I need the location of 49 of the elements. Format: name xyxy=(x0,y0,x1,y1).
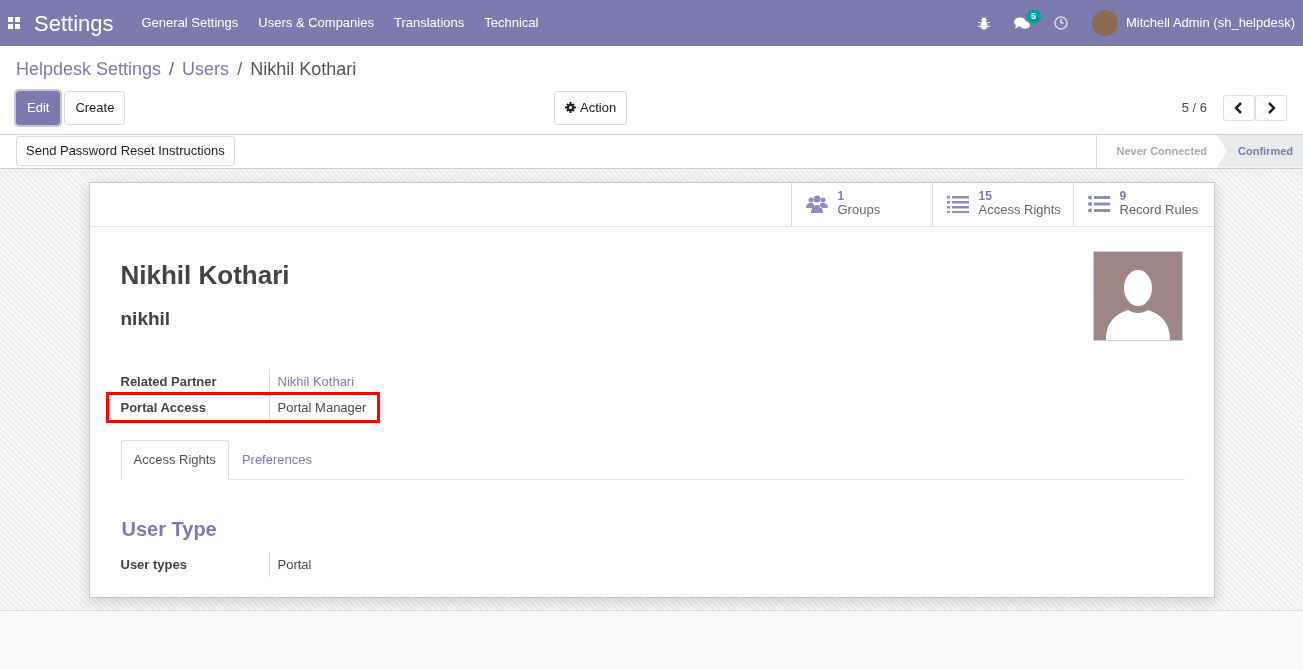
action-button[interactable]: Action xyxy=(554,91,628,125)
field-label: Portal Access xyxy=(120,398,207,417)
chat-icon xyxy=(1013,16,1030,30)
pager-value: 5 / 6 xyxy=(1181,99,1207,117)
user-name: Nikhil Kothari xyxy=(120,258,291,292)
clock-icon xyxy=(1053,16,1068,30)
debug-button[interactable] xyxy=(977,16,990,30)
smart-button[interactable]: 1 Groups xyxy=(790,182,932,226)
gear-icon xyxy=(565,102,576,114)
create-button[interactable]: Create xyxy=(64,91,126,125)
field-link[interactable]: Nikhil Kothari xyxy=(268,369,363,395)
section-title: User Type xyxy=(121,516,218,542)
smart-button[interactable]: 15 Access Rights xyxy=(931,182,1073,226)
avatar xyxy=(1091,10,1118,36)
menu-item[interactable]: General Settings xyxy=(141,13,239,33)
tab[interactable]: Access Rights xyxy=(120,440,229,480)
field-label: User types xyxy=(120,555,188,574)
breadcrumb-link[interactable]: Helpdesk Settings xyxy=(16,56,162,83)
messages-button[interactable] xyxy=(1013,16,1030,30)
apps-menu-button[interactable] xyxy=(8,17,20,29)
reset-password-button[interactable]: Send Password Reset Instructions xyxy=(16,136,235,166)
users-icon xyxy=(805,195,828,213)
field-label: Related Partner xyxy=(120,373,218,391)
status-step[interactable]: Confirmed xyxy=(1217,134,1303,168)
grid-icon xyxy=(8,17,20,29)
menu-item[interactable]: Translations xyxy=(393,13,465,33)
next-button[interactable] xyxy=(1255,94,1287,121)
previous-button[interactable] xyxy=(1223,94,1255,121)
field-value: Portal Manager xyxy=(268,394,375,420)
breadcrumb-separator: / xyxy=(169,58,175,81)
edit-button[interactable]: Edit xyxy=(16,91,61,125)
bulleted-list-icon xyxy=(1087,195,1110,213)
breadcrumb-current: Nikhil Kothari xyxy=(250,58,357,81)
activity-button[interactable] xyxy=(1053,16,1068,30)
menu-item[interactable]: Technical xyxy=(484,13,539,33)
smart-button[interactable]: 9 Record Rules xyxy=(1072,182,1214,226)
chevron-left-icon xyxy=(1234,101,1244,114)
tab[interactable]: Preferences xyxy=(228,440,325,480)
breadcrumb-separator: / xyxy=(237,58,243,81)
menu-item[interactable]: Users & Companies xyxy=(258,13,374,33)
user-login: nikhil xyxy=(120,306,172,331)
list-icon xyxy=(946,195,969,213)
chevron-right-icon xyxy=(1266,101,1276,114)
user-menu[interactable]: Mitchell Admin (sh_helpdesk) xyxy=(1125,13,1295,33)
breadcrumb-link[interactable]: Users xyxy=(182,56,230,83)
app-title: Settings xyxy=(34,9,114,38)
bug-icon xyxy=(977,16,990,30)
field-value: Portal xyxy=(268,551,320,577)
message-count-badge: 5 xyxy=(1025,9,1041,23)
